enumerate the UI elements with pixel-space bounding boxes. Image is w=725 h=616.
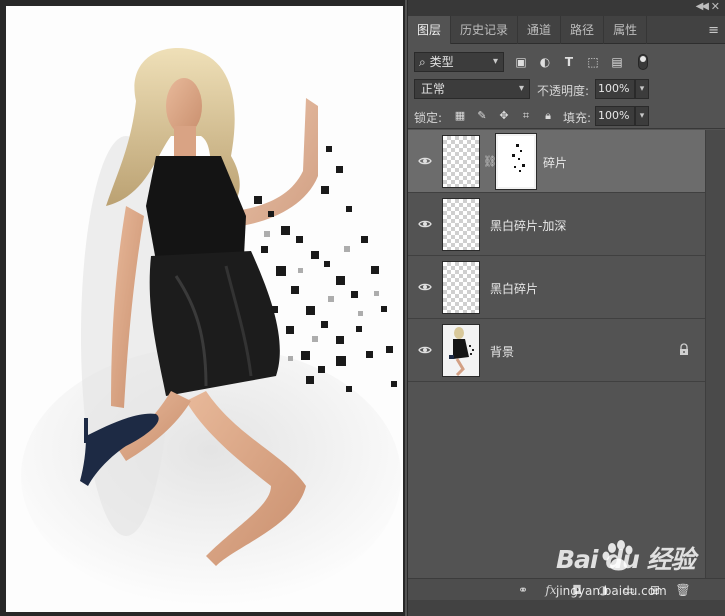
filter-row: ⌕ 类型 ▾ ▣ ◐ T ⬚ ▤ [408, 49, 725, 77]
layer-row[interactable]: 黑白碎片-加深 [408, 193, 705, 256]
search-icon: ⌕ [419, 55, 426, 69]
layer-name: 碎片 [543, 156, 568, 170]
close-icon[interactable]: ✕ [711, 0, 720, 13]
chevron-down-icon[interactable]: ▾ [635, 106, 649, 126]
lock-transparent-icon[interactable]: ▦ [452, 108, 468, 124]
pixel-filter-icon[interactable]: ▣ [512, 53, 530, 71]
lock-paint-brush-icon[interactable]: ✎ [474, 108, 490, 124]
layer-name: 背景 [490, 345, 515, 359]
layers-scrollbar[interactable] [705, 130, 725, 578]
layer-name: 黑白碎片-加深 [490, 219, 567, 233]
shape-filter-icon[interactable]: ⬚ [584, 53, 602, 71]
lock-all-icon[interactable]: 🔒︎ [540, 108, 556, 124]
layer-thumbnail [442, 261, 480, 314]
smart-object-filter-icon[interactable]: ▤ [608, 53, 626, 71]
chevron-down-icon: ▾ [492, 56, 498, 67]
layer-row[interactable]: 背景 [408, 319, 705, 382]
adjustment-filter-icon[interactable]: ◐ [536, 53, 554, 71]
paw-logo-icon [602, 540, 633, 571]
eye-icon[interactable] [418, 217, 432, 231]
filter-kind-value: 类型 [429, 55, 454, 69]
chevron-down-icon: ▾ [518, 83, 524, 94]
layers-list: ⛓ 碎片 黑白碎片-加深 黑白碎片 背景 [408, 130, 705, 382]
panel-tabs: 图层 历史记录 通道 路径 属性 ≡ [408, 16, 725, 44]
watermark-url: jingyan.baidu.com [556, 584, 667, 598]
tab-properties[interactable]: 属性 [604, 16, 648, 44]
panel-menu-icon[interactable]: ≡ [708, 23, 719, 38]
fill-label: 填充: [563, 111, 592, 125]
eye-icon[interactable] [418, 280, 432, 294]
layer-thumbnail [442, 324, 480, 377]
blend-row: 正常 ▾ 不透明度: 100% ▾ [408, 77, 725, 103]
lock-artboard-icon[interactable]: ⌗ [518, 108, 534, 124]
eye-icon[interactable] [418, 154, 432, 168]
tab-layers[interactable]: 图层 [408, 16, 452, 44]
link-icon[interactable]: ⚭ [514, 582, 532, 598]
lock-row: 锁定: ▦ ✎ ✥ ⌗ 🔒︎ 填充: 100% ▾ [408, 103, 725, 129]
link-icon[interactable]: ⛓ [483, 155, 497, 168]
lock-icon [680, 343, 688, 355]
eye-icon[interactable] [418, 343, 432, 357]
layer-thumbnail [442, 198, 480, 251]
chevron-down-icon[interactable]: ▾ [635, 79, 649, 99]
layer-row[interactable]: ⛓ 碎片 [408, 130, 705, 193]
opacity-label: 不透明度: [537, 84, 590, 98]
document-canvas[interactable] [6, 6, 403, 612]
layer-mask-thumbnail[interactable] [496, 134, 536, 189]
filter-toggle-switch[interactable] [638, 54, 648, 70]
blend-mode-value: 正常 [421, 82, 446, 96]
artwork-image [21, 48, 401, 606]
opacity-input[interactable]: 100% [595, 79, 635, 99]
tab-paths[interactable]: 路径 [561, 16, 605, 44]
layer-row[interactable]: 黑白碎片 [408, 256, 705, 319]
panel-topbar: ◀◀ ✕ [408, 0, 725, 16]
filter-kind-select[interactable]: ⌕ 类型 ▾ [414, 52, 504, 72]
fill-input[interactable]: 100% [595, 106, 635, 126]
type-filter-icon[interactable]: T [560, 53, 578, 71]
layers-panel: ◀◀ ✕ 图层 历史记录 通道 路径 属性 ≡ ⌕ 类型 ▾ ▣ ◐ T ⬚ ▤… [407, 0, 725, 616]
blend-mode-select[interactable]: 正常 ▾ [414, 79, 530, 99]
lock-move-icon[interactable]: ✥ [496, 108, 512, 124]
lock-label: 锁定: [414, 111, 443, 125]
canvas-area[interactable] [0, 0, 405, 616]
baidu-watermark: Bai du 经验 jingyan.baidu.com [556, 540, 721, 612]
double-chevron-icon[interactable]: ◀◀ [696, 1, 709, 12]
layer-name: 黑白碎片 [490, 282, 539, 296]
tab-history[interactable]: 历史记录 [451, 16, 519, 44]
layer-thumbnail [442, 135, 480, 188]
tab-channels[interactable]: 通道 [518, 16, 562, 44]
